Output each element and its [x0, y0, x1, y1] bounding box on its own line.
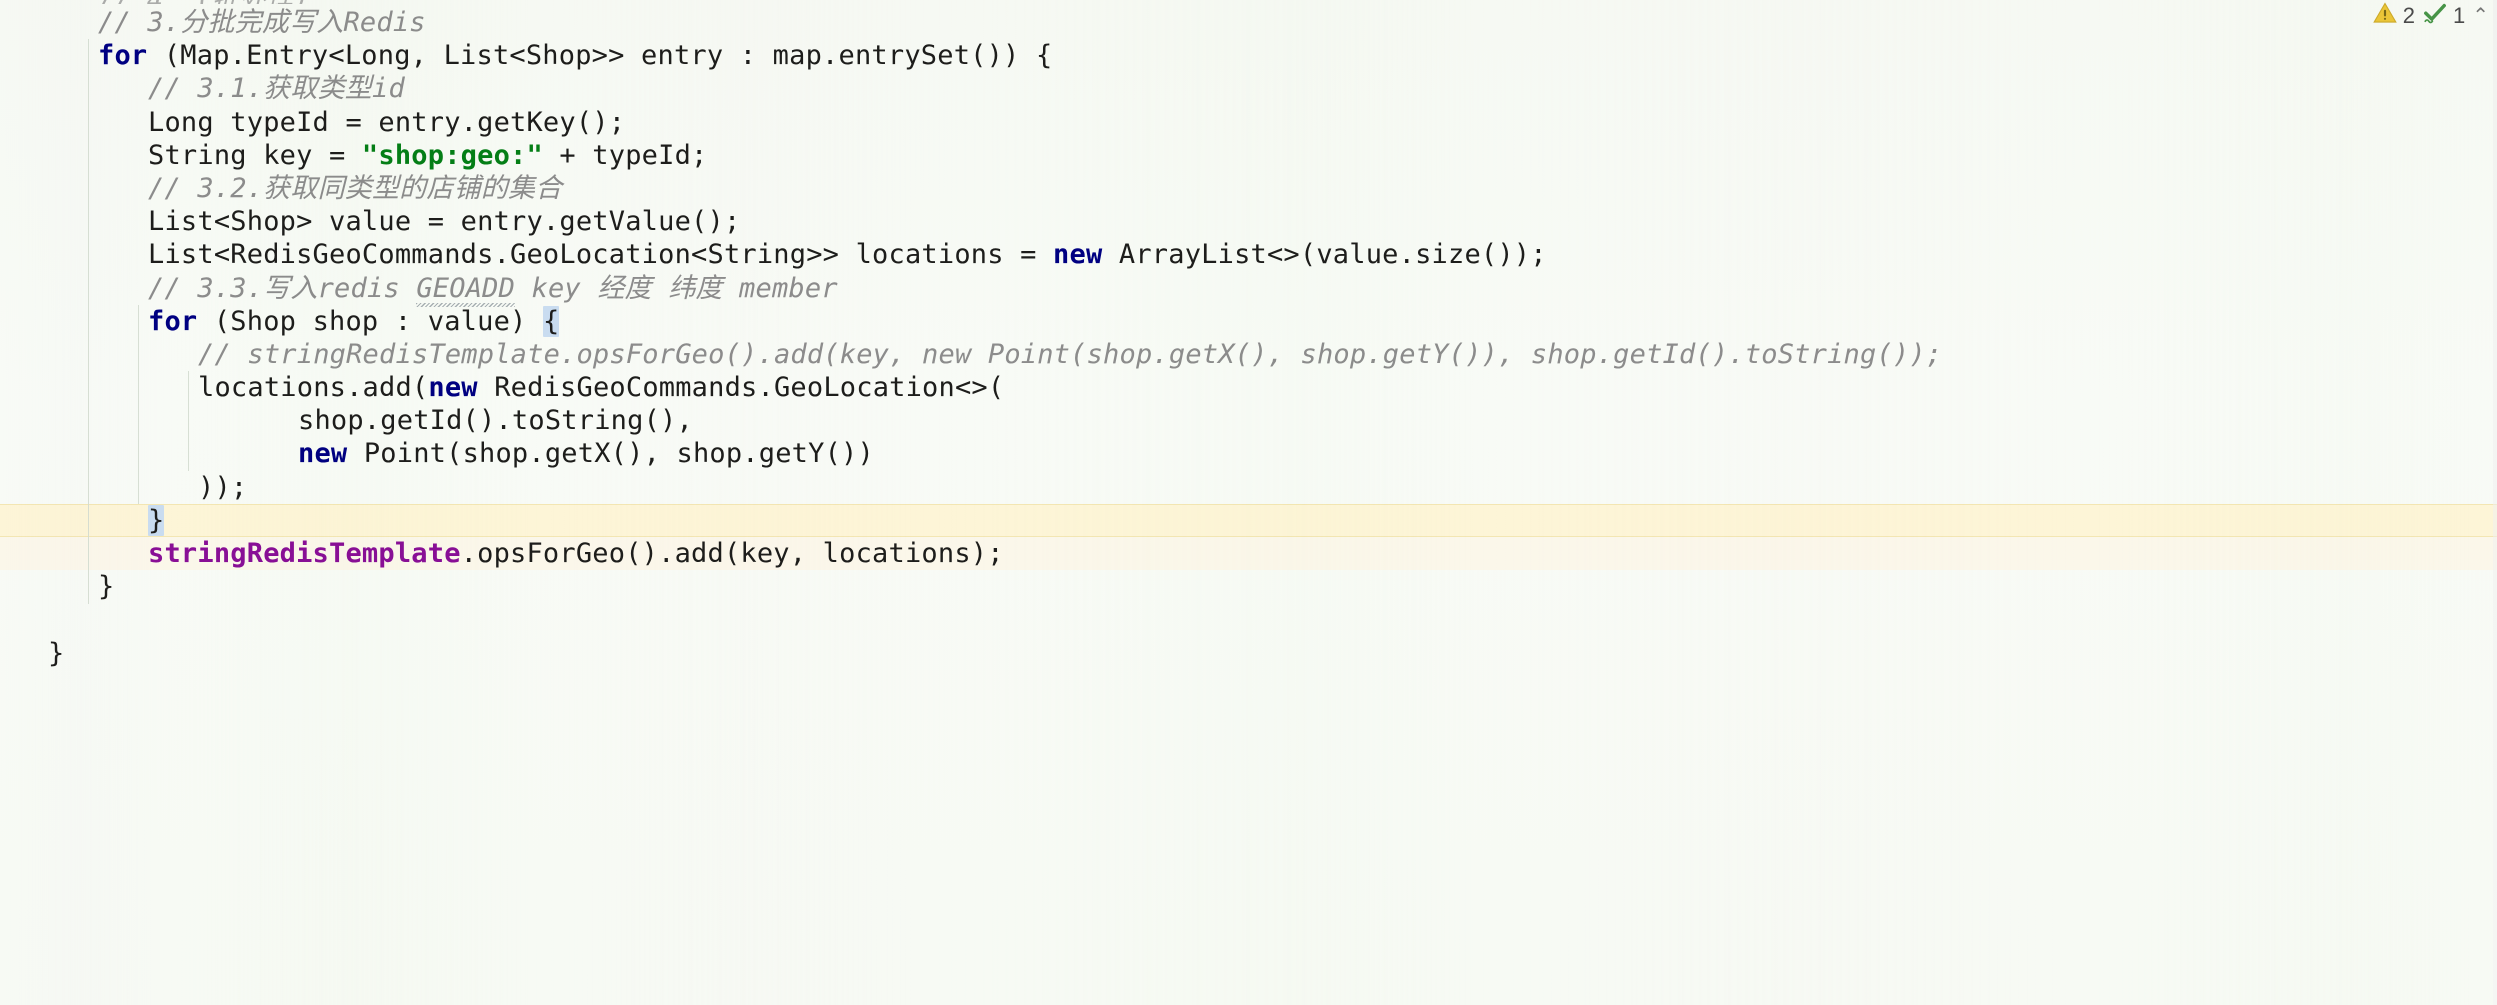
code-token: Long typeId = entry.getKey(); [148, 106, 626, 138]
indent-guide [88, 39, 89, 604]
code-token: "shop:geo:" [361, 139, 543, 171]
code-line[interactable]: // 3.分批完成写入Redis [0, 6, 2497, 39]
code-token: // 3.1.获取类型id [148, 73, 405, 105]
code-line[interactable]: String key = "shop:geo:" + typeId; [0, 139, 2497, 172]
code-token: for [148, 305, 198, 337]
code-token: String key = [148, 139, 362, 171]
code-token: // 3.3.写入redis [148, 272, 417, 304]
code-line[interactable]: } [0, 503, 2497, 538]
code-token: // 3.2.获取同类型的店铺的集合 [148, 172, 563, 204]
code-token: + typeId; [542, 139, 708, 171]
ok-count: 1 [2452, 3, 2466, 28]
code-token: new [1053, 239, 1103, 271]
code-line[interactable]: Long typeId = entry.getKey(); [0, 106, 2497, 139]
code-line[interactable]: // 3.3.写入redis GEOADD key 经度 纬度 member [0, 272, 2497, 305]
code-token: ArrayList<>(value.size()); [1102, 239, 1547, 271]
code-line[interactable] [0, 603, 2497, 636]
code-line[interactable]: )); [0, 471, 2497, 504]
warning-group[interactable]: 2 [2372, 0, 2415, 32]
code-line[interactable]: List<RedisGeoCommands.GeoLocation<String… [0, 238, 2497, 271]
code-line[interactable]: for (Map.Entry<Long, List<Shop>> entry :… [0, 39, 2497, 72]
code-token: RedisGeoCommands.GeoLocation<>( [477, 372, 1005, 404]
code-token: (Shop shop : value) [197, 305, 543, 337]
code-token: )); [198, 471, 248, 503]
code-token: (Map.Entry<Long, List<Shop>> entry : map… [147, 40, 1053, 72]
code-line[interactable]: // 3.1.获取类型id [0, 72, 2497, 105]
warning-triangle-icon [2372, 0, 2398, 32]
code-token: .opsForGeo().add(key, locations); [460, 538, 1004, 569]
code-token: { [542, 305, 560, 337]
code-token: new [298, 438, 348, 470]
ok-group[interactable]: 1 [2422, 0, 2465, 32]
code-line[interactable]: // stringRedisTemplate.opsForGeo().add(k… [0, 338, 2497, 371]
code-token: List<RedisGeoCommands.GeoLocation<String… [148, 239, 1054, 271]
code-token: locations.add( [198, 372, 429, 404]
code-token: key 经度 纬度 member [515, 272, 838, 304]
code-editor[interactable]: // 4. (批处理) ... // 3.分批完成写入Redisfor (Map… [0, 0, 2497, 1005]
code-line[interactable]: } [0, 570, 2497, 603]
code-line[interactable]: locations.add(new RedisGeoCommands.GeoLo… [0, 371, 2497, 404]
chevron-up-icon[interactable]: ⌃ [2472, 6, 2489, 26]
code-line[interactable]: new Point(shop.getX(), shop.getY()) [0, 437, 2497, 470]
code-token: for [98, 40, 148, 72]
code-token: new [428, 372, 478, 404]
code-line[interactable]: shop.getId().toString(), [0, 404, 2497, 437]
code-token: shop.getId().toString(), [298, 405, 693, 437]
code-token: } [98, 571, 115, 603]
code-line[interactable]: } [0, 637, 2497, 670]
code-line[interactable]: List<Shop> value = entry.getValue(); [0, 205, 2497, 238]
code-token: GEOADD [416, 272, 516, 304]
code-line[interactable]: stringRedisTemplate.opsForGeo().add(key,… [0, 537, 2497, 571]
indent-guide [138, 304, 139, 504]
code-token: // stringRedisTemplate.opsForGeo().add(k… [198, 338, 1943, 370]
inspection-widget[interactable]: 2 1 ⌃ [2372, 0, 2489, 32]
code-token: // 3.分批完成写入Redis [98, 7, 426, 38]
code-token: List<Shop> value = entry.getValue(); [148, 206, 741, 238]
code-token: } [48, 637, 65, 669]
editor-scrollbar[interactable] [2493, 0, 2497, 1005]
code-token: stringRedisTemplate [148, 538, 461, 569]
code-token: } [148, 504, 165, 536]
warning-count: 2 [2402, 3, 2415, 28]
code-line[interactable]: // 3.2.获取同类型的店铺的集合 [0, 172, 2497, 205]
code-token: Point(shop.getX(), shop.getY()) [347, 438, 874, 470]
code-line[interactable]: for (Shop shop : value) { [0, 305, 2497, 338]
code-content[interactable]: // 3.分批完成写入Redis for (Map.Entry<Long, Lis… [0, 0, 2497, 1005]
indent-guide [188, 371, 189, 471]
green-check-icon [2422, 0, 2448, 32]
